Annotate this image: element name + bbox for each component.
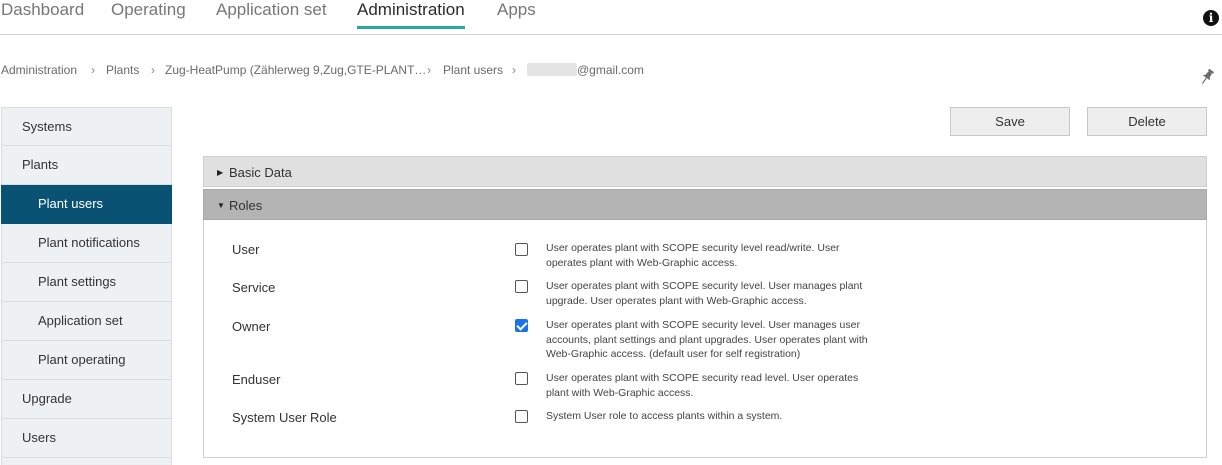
redacted-email-name [527,63,577,76]
role-checkbox-owner[interactable] [515,319,528,332]
role-description: User operates plant with SCOPE security … [546,280,863,307]
sidebar-item-users[interactable]: Users [1,419,172,458]
top-navigation: Dashboard Operating Application set Admi… [0,0,1222,35]
tab-application-set[interactable]: Application set [216,0,327,35]
sidebar-item-plant-settings[interactable]: Plant settings [1,263,172,302]
breadcrumb-plants[interactable]: Plants [106,63,139,77]
tab-administration[interactable]: Administration [357,0,465,35]
tab-operating[interactable]: Operating [111,0,186,35]
save-button[interactable]: Save [950,107,1070,136]
roles-panel-header[interactable]: ▼ Roles [203,189,1207,220]
pin-icon[interactable] [1199,68,1215,86]
basic-data-title: Basic Data [229,165,292,180]
role-checkbox-system-user-role[interactable] [515,410,528,423]
breadcrumb-separator: › [91,63,95,77]
delete-button[interactable]: Delete [1087,107,1207,136]
role-label: System User Role [232,410,337,425]
sidebar-item-systems[interactable]: Systems [1,107,172,146]
role-checkbox-service[interactable] [515,280,528,293]
caret-down-icon: ▼ [217,201,225,210]
breadcrumb-separator: › [512,63,516,77]
breadcrumb-current-user: @gmail.com [577,63,644,77]
sidebar-item-plant-users[interactable]: Plant users [1,185,172,224]
sidebar-item-plants[interactable]: Plants [1,146,172,185]
role-description: System User role to access plants within… [546,410,783,422]
caret-right-icon: ▶ [217,168,224,177]
tab-apps[interactable]: Apps [497,0,536,35]
roles-title: Roles [229,198,263,213]
role-description: User operates plant with SCOPE security … [546,319,868,360]
sidebar-item-more[interactable] [1,458,172,465]
role-label: Owner [232,319,271,334]
role-checkbox-enduser[interactable] [515,372,528,385]
role-label: Service [232,280,276,295]
roles-panel-body: User User operates plant with SCOPE secu… [203,220,1207,458]
sidebar-item-upgrade[interactable]: Upgrade [1,380,172,419]
role-label: Enduser [232,372,281,387]
role-description: User operates plant with SCOPE security … [546,242,840,269]
sidebar-item-application-set[interactable]: Application set [1,302,172,341]
breadcrumb-separator: › [427,63,431,77]
role-description: User operates plant with SCOPE security … [546,372,859,399]
info-icon[interactable]: i [1203,10,1219,26]
role-label: User [232,242,260,257]
breadcrumb-administration[interactable]: Administration [1,63,77,77]
sidebar-item-plant-operating[interactable]: Plant operating [1,341,172,380]
tab-dashboard[interactable]: Dashboard [1,0,84,35]
breadcrumb-plant-users[interactable]: Plant users [443,63,503,77]
sidebar: Systems Plants Plant users Plant notific… [1,107,172,465]
basic-data-panel-header[interactable]: ▶ Basic Data [203,156,1207,187]
role-checkbox-user[interactable] [515,243,528,256]
breadcrumb-plant-name[interactable]: Zug-HeatPump (Zählerweg 9,Zug,GTE-PLANT… [165,63,426,77]
breadcrumb-separator: › [151,63,155,77]
sidebar-item-plant-notifications[interactable]: Plant notifications [1,224,172,263]
